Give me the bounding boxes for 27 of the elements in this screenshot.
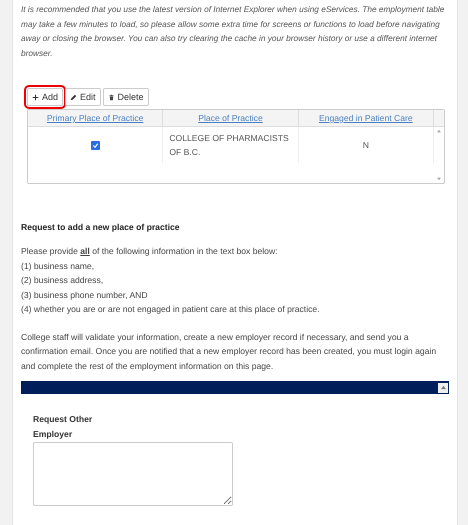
list-item: (2) business address, — [21, 274, 104, 287]
note-text: College staff will validate your information, create a new employer record if necessary, and send you a confirmation email. Once you are notified that a new employer record has been created, you must login again and complete the rest of the employment information on this page. — [21, 330, 438, 373]
column-header-link[interactable]: Primary Place of Practice — [28, 110, 164, 126]
add-button[interactable]: Add — [27, 88, 64, 106]
field-label: Request Other Employer — [33, 413, 94, 441]
list-item: (3) business phone number, AND — [21, 288, 149, 302]
pencil-icon — [70, 94, 78, 100]
list-item: (4) whether you are or are not engaged in patient care at this place of practice. — [21, 303, 321, 316]
checkbox[interactable] — [90, 140, 100, 150]
notice-text: It is recommended that you use the latest version of Internet Explorer when using eServices. The employment table may take a few minutes to load, so please allow some extra time for screens or functions to load before navigating away or closing the browser. You can also try clearing the cache in your browser history or use a different internet browser. — [21, 3, 446, 60]
trash-icon — [108, 94, 115, 100]
list-item: (1) business name, — [21, 260, 96, 273]
plus-icon — [32, 94, 39, 100]
table-cell-text: N — [362, 139, 369, 152]
scroll-up-icon[interactable] — [437, 129, 441, 133]
column-header-link[interactable]: Place of Practice — [163, 110, 299, 126]
scroll-down-icon[interactable] — [437, 177, 441, 181]
delete-button[interactable]: Delete — [102, 88, 149, 106]
column-header-link[interactable]: Engaged in Patient Care — [298, 110, 434, 126]
collapse-button[interactable] — [438, 382, 448, 392]
employer-text-area[interactable] — [33, 442, 233, 506]
table-cell: COLLEGE OF PHARMACISTS OF B.C. — [169, 133, 289, 157]
instruction-text: Please provide all of the following information in the text box below: — [21, 245, 279, 258]
section-heading: Request to add a new place of practice — [21, 222, 181, 232]
edit-button[interactable]: Edit — [65, 88, 101, 106]
scrollbar[interactable] — [434, 127, 444, 183]
collapse-icon — [440, 385, 446, 390]
